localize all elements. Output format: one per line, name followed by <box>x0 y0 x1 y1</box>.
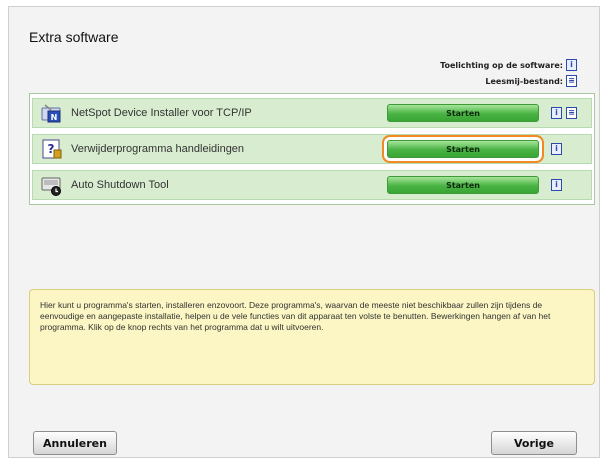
cancel-button[interactable]: Annuleren <box>33 431 117 455</box>
software-row-auto-shutdown: Auto Shutdown Tool Starten i <box>32 170 592 200</box>
software-label: Verwijderprogramma handleidingen <box>71 143 245 155</box>
explanation-help-label: Toelichting op de software: <box>440 60 563 70</box>
svg-text:?: ? <box>48 142 55 156</box>
readme-help-label: Leesmij-bestand: <box>485 76 563 86</box>
software-label: Auto Shutdown Tool <box>71 179 169 191</box>
software-label: NetSpot Device Installer voor TCP/IP <box>71 107 252 119</box>
document-icon[interactable]: ≡ <box>566 75 577 87</box>
row-help-icons: i ≡ <box>551 107 577 119</box>
svg-text:N: N <box>51 113 58 122</box>
row-help-icons: i <box>551 143 562 155</box>
help-links: Toelichting op de software: i Leesmij-be… <box>440 57 577 89</box>
start-button-uninstall-manuals[interactable]: Starten <box>387 140 539 158</box>
software-list: N NetSpot Device Installer voor TCP/IP S… <box>29 93 595 205</box>
info-icon[interactable]: i <box>551 179 562 191</box>
page-title: Extra software <box>29 29 119 45</box>
uninstall-manual-icon: ? <box>41 138 63 160</box>
software-row-netspot: N NetSpot Device Installer voor TCP/IP S… <box>32 98 592 128</box>
start-button-netspot[interactable]: Starten <box>387 104 539 122</box>
start-button-auto-shutdown[interactable]: Starten <box>387 176 539 194</box>
readme-help-row[interactable]: Leesmij-bestand: ≡ <box>440 73 577 89</box>
network-installer-icon: N <box>41 102 63 124</box>
info-icon[interactable]: i <box>551 143 562 155</box>
row-help-icons: i <box>551 179 562 191</box>
back-button[interactable]: Vorige <box>491 431 577 455</box>
explanation-help-row[interactable]: Toelichting op de software: i <box>440 57 577 73</box>
software-row-uninstall-manuals: ? Verwijderprogramma handleidingen Start… <box>32 134 592 164</box>
extra-software-window: Extra software Toelichting op de softwar… <box>8 6 600 458</box>
info-icon[interactable]: i <box>566 59 577 71</box>
info-icon[interactable]: i <box>551 107 562 119</box>
document-icon[interactable]: ≡ <box>566 107 577 119</box>
description-box: Hier kunt u programma's starten, install… <box>29 289 595 385</box>
auto-shutdown-icon <box>41 174 63 196</box>
